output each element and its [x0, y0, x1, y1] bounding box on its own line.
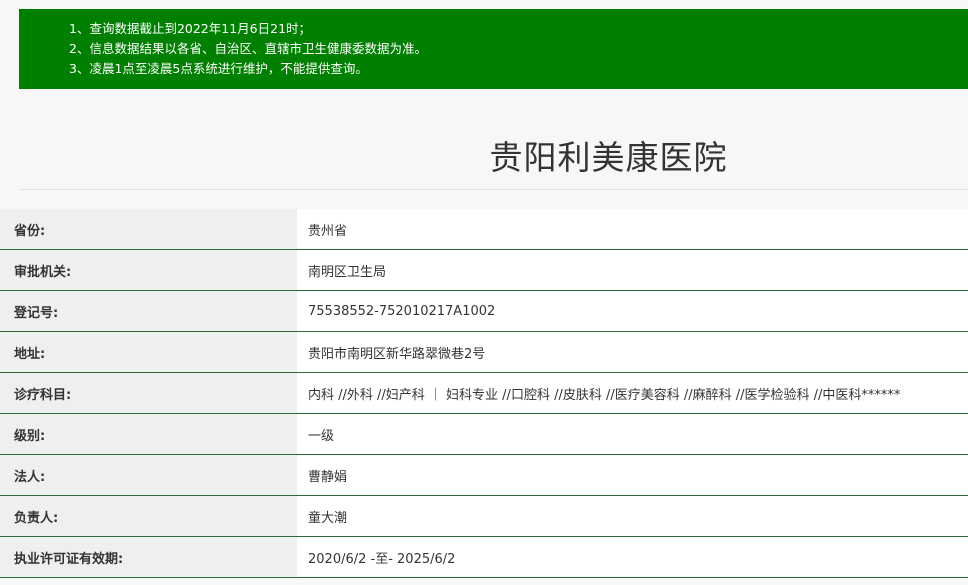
notice-line-2: 2、信息数据结果以各省、自治区、直辖市卫生健康委数据为准。 [69, 41, 427, 56]
row-label: 地址: [0, 332, 297, 372]
notice-line-1: 1、查询数据截止到2022年11月6日21时； [69, 21, 312, 36]
hospital-name-title: 贵阳利美康医院 [489, 138, 728, 177]
row-value: 2020/6/2 -至- 2025/6/2 [297, 537, 968, 577]
row-value: 贵州省 [297, 209, 968, 249]
row-label: 审批机关: [0, 250, 297, 290]
table-row-level: 级别: 一级 [0, 414, 968, 455]
row-value: 曹静娟 [297, 455, 968, 495]
table-row-license-validity: 执业许可证有效期: 2020/6/2 -至- 2025/6/2 [0, 537, 968, 578]
row-value: 内科 //外科 //妇产科 ｜ 妇科专业 //口腔科 //皮肤科 //医疗美容科… [297, 373, 968, 413]
hospital-info-table: 省份: 贵州省 审批机关: 南明区卫生局 登记号: 75538552-75201… [0, 209, 968, 578]
row-value: 南明区卫生局 [297, 250, 968, 290]
row-label: 法人: [0, 455, 297, 495]
row-label: 级别: [0, 414, 297, 454]
title-area: 贵阳利美康医院 [19, 89, 968, 190]
table-row-registration-number: 登记号: 75538552-752010217A1002 [0, 291, 968, 332]
notice-line-3: 3、凌晨1点至凌晨5点系统进行维护，不能提供查询。 [69, 61, 368, 76]
row-label: 登记号: [0, 291, 297, 331]
table-row-address: 地址: 贵阳市南明区新华路翠微巷2号 [0, 332, 968, 373]
row-label: 诊疗科目: [0, 373, 297, 413]
notice-banner: 1、查询数据截止到2022年11月6日21时； 2、信息数据结果以各省、自治区、… [19, 9, 968, 89]
row-value: 一级 [297, 414, 968, 454]
table-row-province: 省份: 贵州省 [0, 209, 968, 250]
row-label: 负责人: [0, 496, 297, 536]
table-row-departments: 诊疗科目: 内科 //外科 //妇产科 ｜ 妇科专业 //口腔科 //皮肤科 /… [0, 373, 968, 414]
row-value: 童大潮 [297, 496, 968, 536]
row-value: 75538552-752010217A1002 [297, 291, 968, 331]
row-value: 贵阳市南明区新华路翠微巷2号 [297, 332, 968, 372]
table-row-person-in-charge: 负责人: 童大潮 [0, 496, 968, 537]
table-row-approval-authority: 审批机关: 南明区卫生局 [0, 250, 968, 291]
row-label: 省份: [0, 209, 297, 249]
table-row-legal-person: 法人: 曹静娟 [0, 455, 968, 496]
row-label: 执业许可证有效期: [0, 537, 297, 577]
